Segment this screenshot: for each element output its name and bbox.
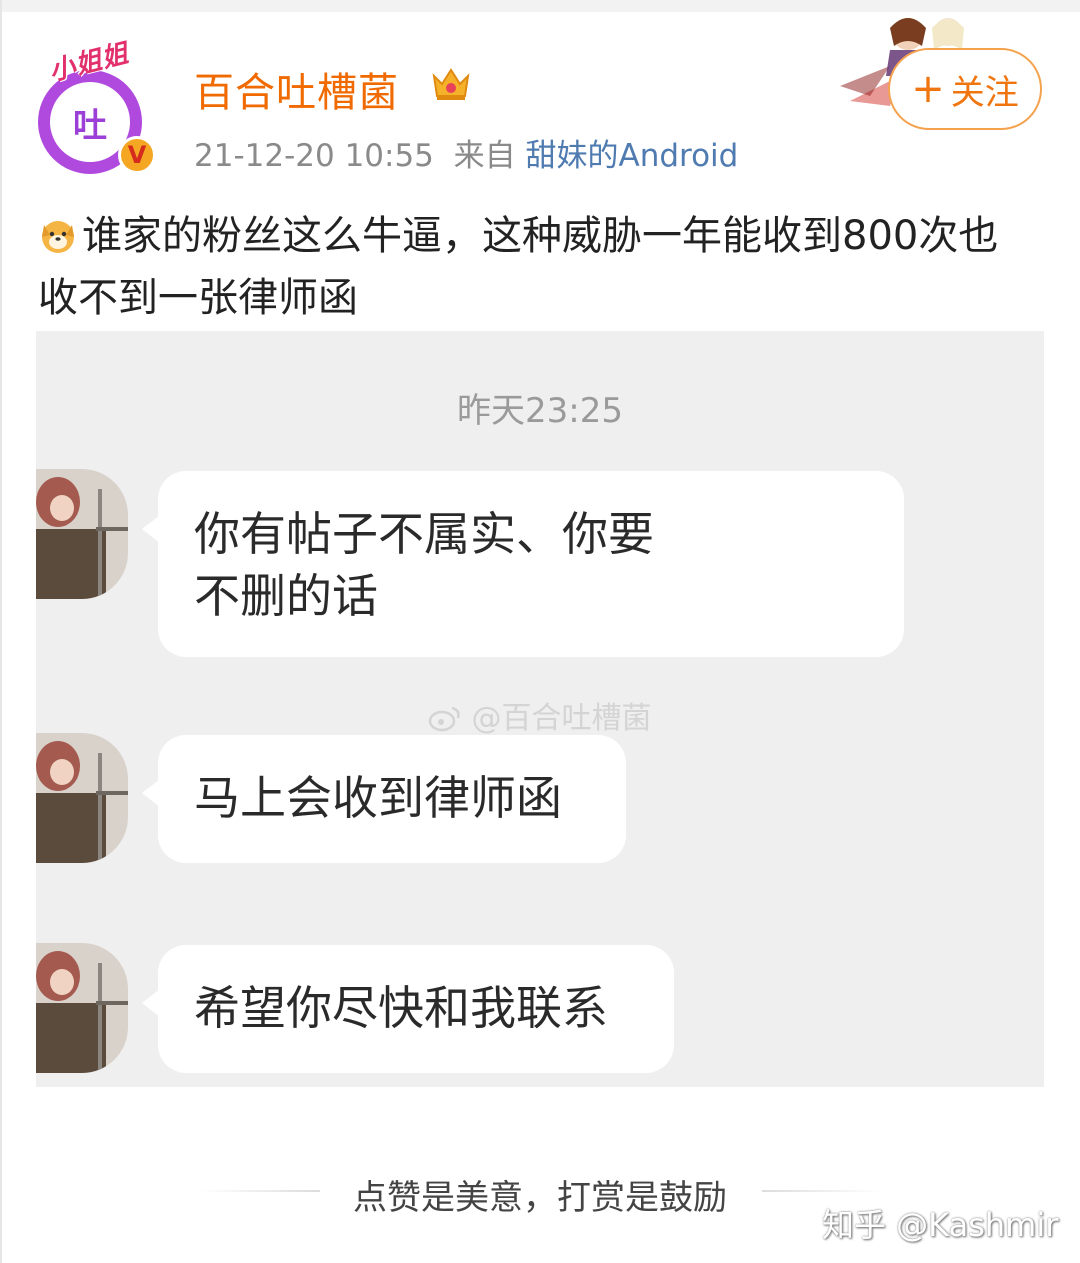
follow-label: 关注 bbox=[950, 72, 1019, 113]
message-text-line: 希望你尽快和我联系 bbox=[194, 981, 608, 1035]
dog-emoji-icon bbox=[42, 221, 74, 253]
message-bubble: 你有帖子不属实、你要 不删的话 bbox=[142, 471, 904, 657]
post-source-link[interactable]: 甜妹的Android bbox=[525, 138, 738, 174]
left-edge bbox=[0, 0, 2, 1263]
post-body: 谁家的粉丝这么牛逼，这种威胁一年能收到800次也收不到一张律师函 bbox=[38, 205, 1028, 329]
zhihu-watermark: 知乎 @Kashmir bbox=[822, 1206, 1059, 1244]
post-text: 谁家的粉丝这么牛逼，这种威胁一年能收到800次也收不到一张律师函 bbox=[38, 213, 999, 321]
image-watermark: @百合吐槽菌 bbox=[428, 693, 652, 737]
weibo-logo-icon bbox=[428, 706, 460, 732]
message-bubble: 希望你尽快和我联系 bbox=[142, 945, 674, 1073]
follow-button[interactable]: + 关注 bbox=[888, 48, 1042, 130]
post-meta: 21-12-20 10:55 来自 甜妹的Android bbox=[194, 130, 738, 175]
crown-icon bbox=[432, 68, 470, 100]
message-text-line: 你有帖子不属实、你要 bbox=[194, 507, 654, 561]
user-avatar[interactable]: 吐 小姐姐 V bbox=[38, 39, 158, 180]
message-bubble: 马上会收到律师函 bbox=[142, 735, 626, 863]
message-text-line: 马上会收到律师函 bbox=[194, 771, 562, 825]
plus-icon: + bbox=[911, 66, 945, 112]
verified-badge-icon: V bbox=[118, 136, 156, 174]
footer-divider-right bbox=[762, 1190, 882, 1192]
attached-image[interactable]: 昨天23:25 你有帖子不属实、你要 不删的话 @百合吐槽菌 马上会收到律师函 … bbox=[36, 331, 1044, 1087]
chat-timestamp: 昨天23:25 bbox=[457, 391, 623, 431]
sender-avatar bbox=[36, 943, 128, 1073]
message-text-line: 不删的话 bbox=[194, 569, 378, 623]
from-label: 来自 bbox=[453, 138, 516, 174]
sender-avatar bbox=[36, 469, 128, 599]
username[interactable]: 百合吐槽菌 bbox=[194, 60, 399, 118]
post-timestamp: 21-12-20 10:55 bbox=[194, 138, 434, 174]
sender-avatar bbox=[36, 733, 128, 863]
watermark-text: @百合吐槽菌 bbox=[471, 701, 652, 736]
